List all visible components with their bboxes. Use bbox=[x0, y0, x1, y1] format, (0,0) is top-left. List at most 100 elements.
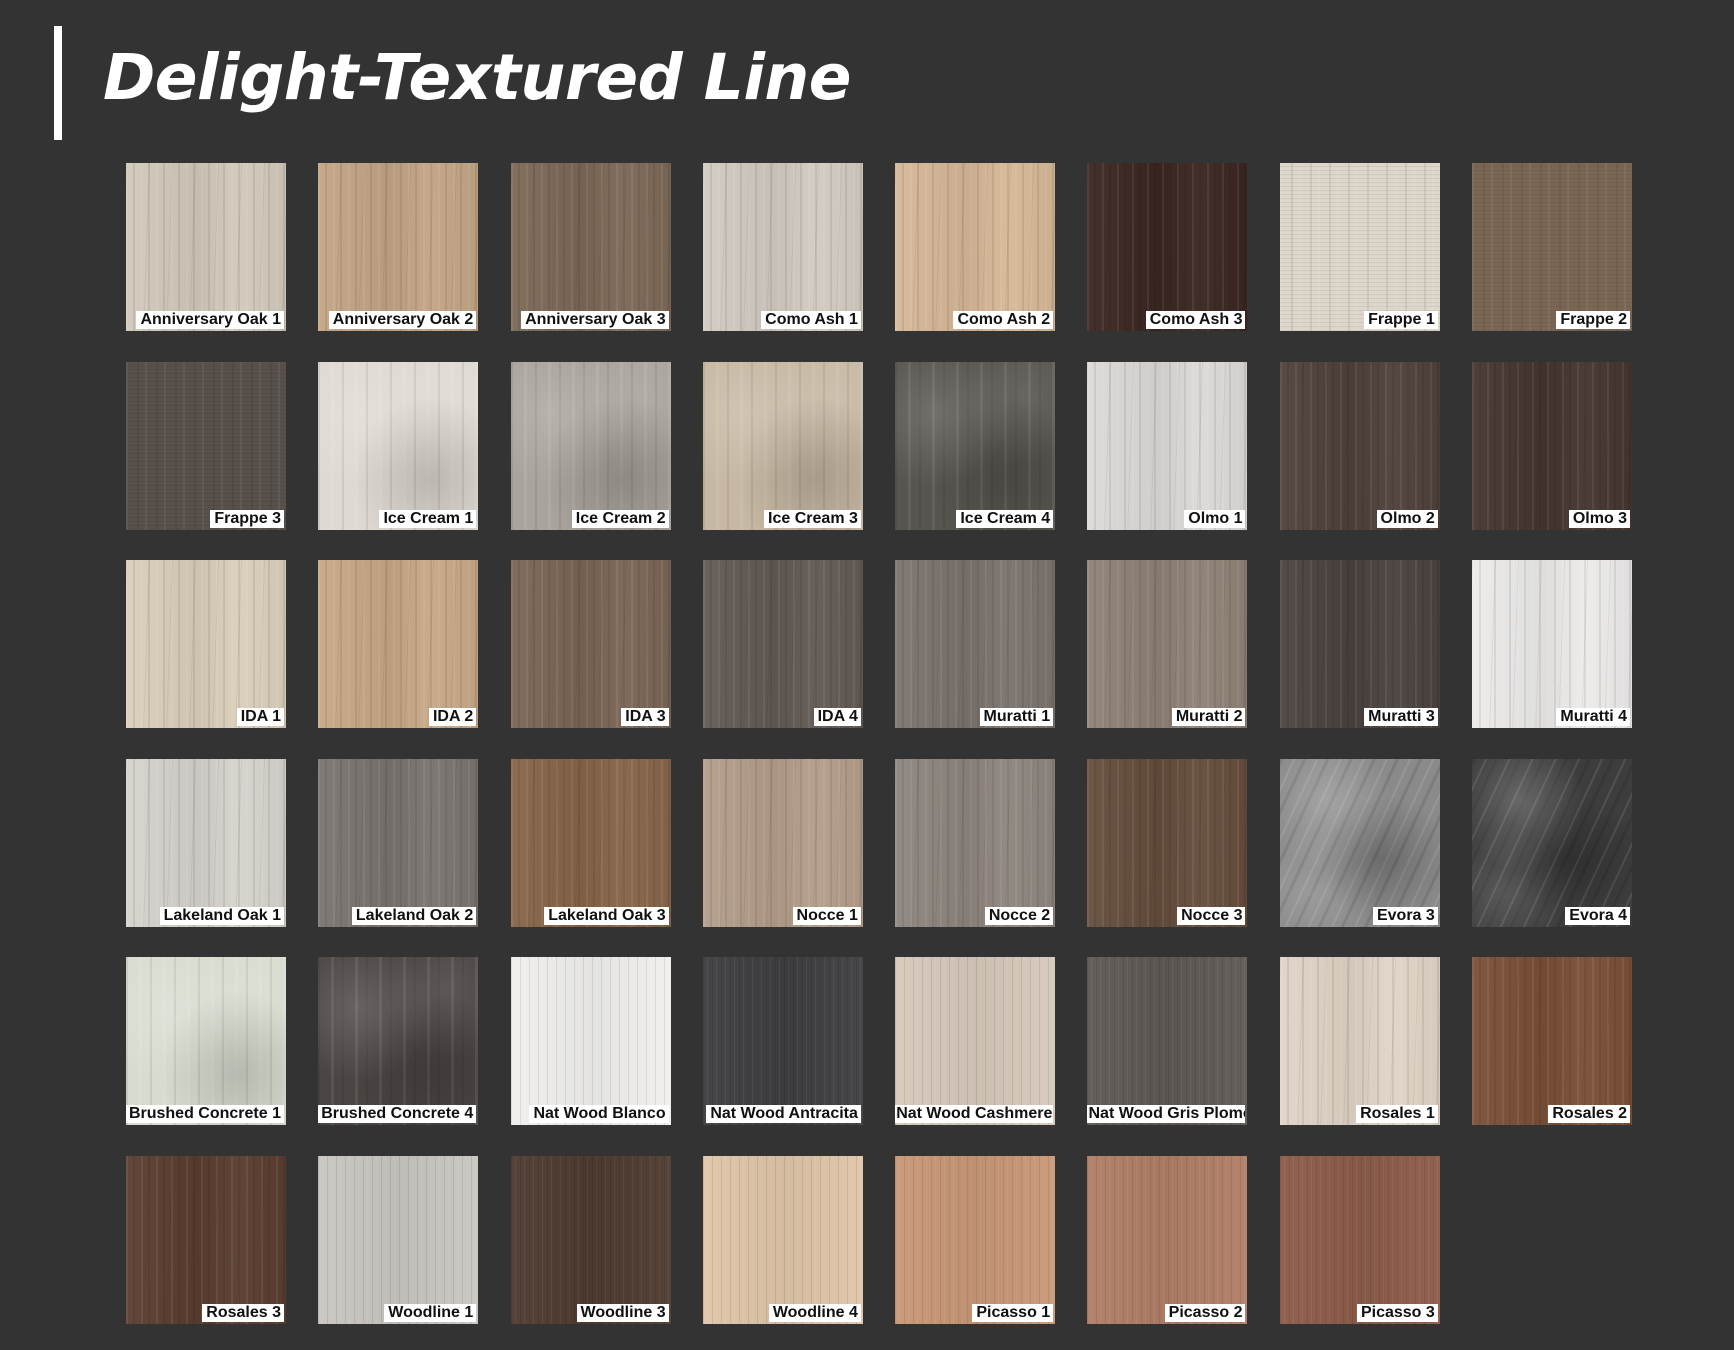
swatch-tile[interactable]: Muratti 1 bbox=[895, 560, 1056, 729]
swatch-tile[interactable]: Anniversary Oak 3 bbox=[510, 163, 671, 331]
swatch-label: Nat Wood Blanco bbox=[529, 1105, 669, 1124]
swatch-tile[interactable]: Nocce 1 bbox=[702, 758, 863, 927]
swatch-tile[interactable]: Rosales 2 bbox=[1472, 957, 1633, 1126]
swatch-label: Woodline 1 bbox=[384, 1303, 477, 1322]
swatch-label: Olmo 2 bbox=[1376, 509, 1438, 528]
swatch-tile[interactable]: Brushed Concrete 4 bbox=[318, 957, 479, 1126]
swatch-texture bbox=[1279, 1155, 1440, 1324]
swatch-tile[interactable]: Muratti 2 bbox=[1087, 560, 1248, 729]
swatch-tile[interactable]: Rosales 3 bbox=[126, 1155, 286, 1324]
swatch-texture bbox=[510, 163, 671, 331]
swatch-tile[interactable]: Ice Cream 3 bbox=[702, 361, 863, 530]
swatch-tile[interactable]: IDA 2 bbox=[318, 560, 479, 729]
swatch-tile[interactable]: Como Ash 3 bbox=[1087, 163, 1248, 331]
swatch-label: Lakeland Oak 1 bbox=[159, 906, 284, 925]
swatch-texture bbox=[702, 560, 863, 729]
swatch-tile[interactable]: Ice Cream 2 bbox=[510, 361, 671, 530]
swatch-label: Picasso 3 bbox=[1356, 1303, 1438, 1322]
swatch-texture bbox=[1087, 758, 1248, 927]
swatch-texture bbox=[1279, 758, 1440, 927]
swatch-tile[interactable]: Muratti 4 bbox=[1472, 560, 1633, 729]
swatch-tile[interactable]: Nat Wood Gris Plomo bbox=[1087, 957, 1248, 1126]
swatch-tile[interactable]: Nat Wood Blanco bbox=[510, 957, 671, 1126]
swatch-texture bbox=[318, 758, 479, 927]
swatch-label: IDA 3 bbox=[621, 708, 669, 727]
swatch-tile[interactable]: Rosales 1 bbox=[1279, 957, 1440, 1126]
swatch-texture bbox=[510, 560, 671, 729]
swatch-tile[interactable]: Woodline 3 bbox=[510, 1155, 671, 1324]
swatch-texture bbox=[1472, 758, 1633, 927]
swatch-label: Anniversary Oak 2 bbox=[328, 311, 477, 329]
swatch-tile[interactable]: Picasso 2 bbox=[1087, 1155, 1248, 1324]
swatch-tile[interactable]: Muratti 3 bbox=[1279, 560, 1440, 729]
swatch-tile[interactable]: Olmo 3 bbox=[1472, 361, 1633, 530]
swatch-tile[interactable]: IDA 3 bbox=[510, 560, 671, 729]
swatch-tile[interactable]: Frappe 1 bbox=[1279, 163, 1440, 331]
swatch-tile[interactable]: Nocce 3 bbox=[1087, 758, 1248, 927]
swatch-label: Frappe 3 bbox=[210, 509, 284, 528]
swatch-texture bbox=[126, 560, 286, 729]
swatch-texture bbox=[702, 163, 863, 331]
swatch-texture bbox=[1087, 163, 1248, 331]
swatch-texture bbox=[1279, 560, 1440, 729]
swatch-texture bbox=[510, 361, 671, 530]
swatch-texture bbox=[702, 361, 863, 530]
swatch-label: Evora 4 bbox=[1565, 906, 1631, 925]
swatch-tile[interactable]: Frappe 2 bbox=[1472, 163, 1633, 331]
swatch-label: Nat Wood Cashmere bbox=[895, 1105, 1054, 1124]
swatch-tile[interactable]: Woodline 1 bbox=[318, 1155, 479, 1324]
swatch-label: Rosales 3 bbox=[202, 1303, 284, 1322]
swatch-texture bbox=[1279, 163, 1440, 331]
swatch-texture bbox=[1279, 957, 1440, 1126]
swatch-tile[interactable]: Lakeland Oak 1 bbox=[126, 758, 286, 927]
swatch-texture bbox=[318, 957, 479, 1126]
swatch-label: Brushed Concrete 1 bbox=[126, 1105, 284, 1124]
swatch-tile[interactable]: Como Ash 1 bbox=[702, 163, 863, 331]
swatch-texture bbox=[318, 1155, 479, 1324]
swatch-texture bbox=[318, 361, 479, 530]
swatch-tile[interactable]: Nocce 2 bbox=[895, 758, 1056, 927]
swatch-texture bbox=[895, 758, 1056, 927]
swatch-tile[interactable]: Lakeland Oak 3 bbox=[510, 758, 671, 927]
swatch-label: Evora 3 bbox=[1372, 906, 1438, 925]
swatch-tile[interactable]: Lakeland Oak 2 bbox=[318, 758, 479, 927]
swatch-label: Nocce 3 bbox=[1177, 906, 1246, 925]
swatch-tile[interactable]: Ice Cream 4 bbox=[895, 361, 1056, 530]
swatch-label: Nat Wood Gris Plomo bbox=[1087, 1105, 1246, 1124]
swatch-label: Picasso 2 bbox=[1164, 1303, 1246, 1322]
swatch-label: Rosales 1 bbox=[1356, 1105, 1438, 1124]
swatch-label: Muratti 1 bbox=[979, 708, 1054, 727]
swatch-texture bbox=[126, 361, 286, 530]
swatch-tile[interactable]: Frappe 3 bbox=[126, 361, 286, 530]
swatch-texture bbox=[1472, 957, 1633, 1126]
swatch-label: Olmo 1 bbox=[1184, 509, 1246, 528]
swatch-texture bbox=[510, 758, 671, 927]
swatch-tile[interactable]: Nat Wood Cashmere bbox=[895, 957, 1056, 1126]
swatch-label: Frappe 1 bbox=[1364, 311, 1438, 329]
swatch-tile[interactable]: Como Ash 2 bbox=[895, 163, 1056, 331]
swatch-tile[interactable]: Olmo 2 bbox=[1279, 361, 1440, 530]
swatch-texture bbox=[1087, 361, 1248, 530]
swatch-tile[interactable]: Picasso 3 bbox=[1279, 1155, 1440, 1324]
swatch-tile[interactable]: Anniversary Oak 1 bbox=[126, 163, 286, 331]
swatch-label: IDA 1 bbox=[236, 708, 284, 727]
swatch-label: Nocce 1 bbox=[792, 906, 861, 925]
swatch-tile[interactable]: IDA 4 bbox=[702, 560, 863, 729]
swatch-texture bbox=[895, 957, 1056, 1126]
swatch-texture bbox=[1279, 361, 1440, 530]
swatch-tile[interactable]: Evora 4 bbox=[1472, 758, 1633, 927]
swatch-tile[interactable]: Evora 3 bbox=[1279, 758, 1440, 927]
swatch-tile[interactable]: Olmo 1 bbox=[1087, 361, 1248, 530]
swatch-tile[interactable]: Woodline 4 bbox=[702, 1155, 863, 1324]
swatch-tile[interactable]: IDA 1 bbox=[126, 560, 286, 729]
swatch-texture bbox=[895, 1155, 1056, 1324]
swatch-texture bbox=[318, 560, 479, 729]
swatch-tile[interactable]: Ice Cream 1 bbox=[318, 361, 479, 530]
swatch-label: Ice Cream 4 bbox=[956, 509, 1054, 528]
swatch-texture bbox=[318, 163, 479, 331]
swatch-tile[interactable]: Picasso 1 bbox=[895, 1155, 1056, 1324]
swatch-tile[interactable]: Brushed Concrete 1 bbox=[126, 957, 286, 1126]
swatch-tile[interactable]: Anniversary Oak 2 bbox=[318, 163, 479, 331]
swatch-tile[interactable]: Nat Wood Antracita bbox=[702, 957, 863, 1126]
swatch-texture bbox=[895, 163, 1056, 331]
